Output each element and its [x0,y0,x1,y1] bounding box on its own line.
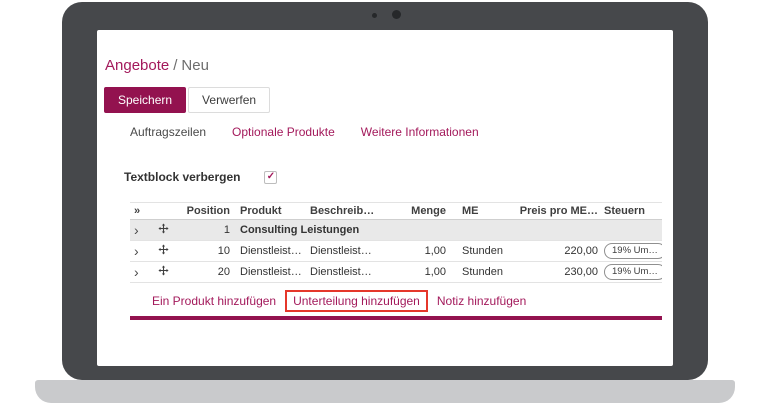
column-header-beschreibung: Beschreib… [306,205,398,217]
section-divider-line [130,316,662,320]
column-header-steuern: Steuern [602,205,662,217]
add-section-link[interactable]: Unterteilung hinzufügen [293,294,420,308]
expand-chevron-icon[interactable]: › [134,265,139,280]
table-row[interactable]: › 10 Dienstleist… Dienstleist… 1,00 Stun… [130,241,662,262]
textblock-option: Textblock verbergen ✓ [124,170,277,184]
textblock-verbergen-label: Textblock verbergen [124,170,240,184]
microphone-dot [372,13,377,18]
table-header-row: » Position Produkt Beschreib… Menge ME P… [130,202,662,220]
breadcrumb-separator: / [173,57,177,74]
control-buttons: Speichern Verwerfen [104,87,270,113]
column-header-me: ME [450,205,518,217]
cell-me: Stunden [450,266,518,278]
expand-chevron-icon[interactable]: › [134,223,139,238]
cell-beschreibung: Dienstleist… [306,245,398,257]
tutorial-highlight-box: Unterteilung hinzufügen [285,290,428,312]
cell-position: 10 [182,245,234,257]
breadcrumb: Angebote/Neu [105,57,209,74]
section-row[interactable]: › 1 Consulting Leistungen [130,220,662,241]
column-header-preis: Preis pro ME… [518,205,602,217]
column-header-menge: Menge [398,205,450,217]
textblock-verbergen-checkbox[interactable]: ✓ [264,171,277,184]
column-header-position: Position [182,205,234,217]
cell-beschreibung: Dienstleist… [306,266,398,278]
section-label: Consulting Leistungen [234,224,662,236]
tab-optionale-produkte[interactable]: Optionale Produkte [232,125,335,139]
tax-tag: 19% Um… [604,243,662,259]
drag-handle-icon[interactable] [158,265,169,276]
app-screen: Angebote/Neu Speichern Verwerfen Auftrag… [97,30,673,366]
cell-menge: 1,00 [398,266,450,278]
notebook-tabs: Auftragszeilen Optionale Produkte Weiter… [130,125,479,139]
cell-preis: 230,00 [518,266,602,278]
breadcrumb-parent-link[interactable]: Angebote [105,57,169,74]
add-note-link[interactable]: Notiz hinzufügen [437,294,526,308]
tab-weitere-informationen[interactable]: Weitere Informationen [361,125,479,139]
section-position: 1 [182,224,234,236]
cell-preis: 220,00 [518,245,602,257]
optional-columns-toggle[interactable]: » [130,205,156,217]
cell-produkt: Dienstleist… [234,266,306,278]
cell-menge: 1,00 [398,245,450,257]
list-footer-links: Ein Produkt hinzufügen Unterteilung hinz… [152,290,526,312]
expand-chevron-icon[interactable]: › [134,244,139,259]
column-header-produkt: Produkt [234,205,306,217]
laptop-base [35,380,735,403]
table-row[interactable]: › 20 Dienstleist… Dienstleist… 1,00 Stun… [130,262,662,283]
order-lines-table: » Position Produkt Beschreib… Menge ME P… [130,202,662,283]
check-icon: ✓ [267,172,275,182]
tax-tag: 19% Um… [604,264,662,280]
discard-button[interactable]: Verwerfen [188,87,270,113]
drag-handle-icon[interactable] [158,244,169,255]
cell-me: Stunden [450,245,518,257]
laptop-body: Angebote/Neu Speichern Verwerfen Auftrag… [62,2,708,380]
cell-position: 20 [182,266,234,278]
cell-produkt: Dienstleist… [234,245,306,257]
save-button[interactable]: Speichern [104,87,186,113]
laptop-mockup: Angebote/Neu Speichern Verwerfen Auftrag… [0,0,770,404]
add-product-link[interactable]: Ein Produkt hinzufügen [152,294,276,308]
tab-auftragszeilen[interactable]: Auftragszeilen [130,125,206,139]
breadcrumb-current: Neu [181,57,209,74]
drag-handle-icon[interactable] [158,223,169,234]
camera-dot [392,10,401,19]
